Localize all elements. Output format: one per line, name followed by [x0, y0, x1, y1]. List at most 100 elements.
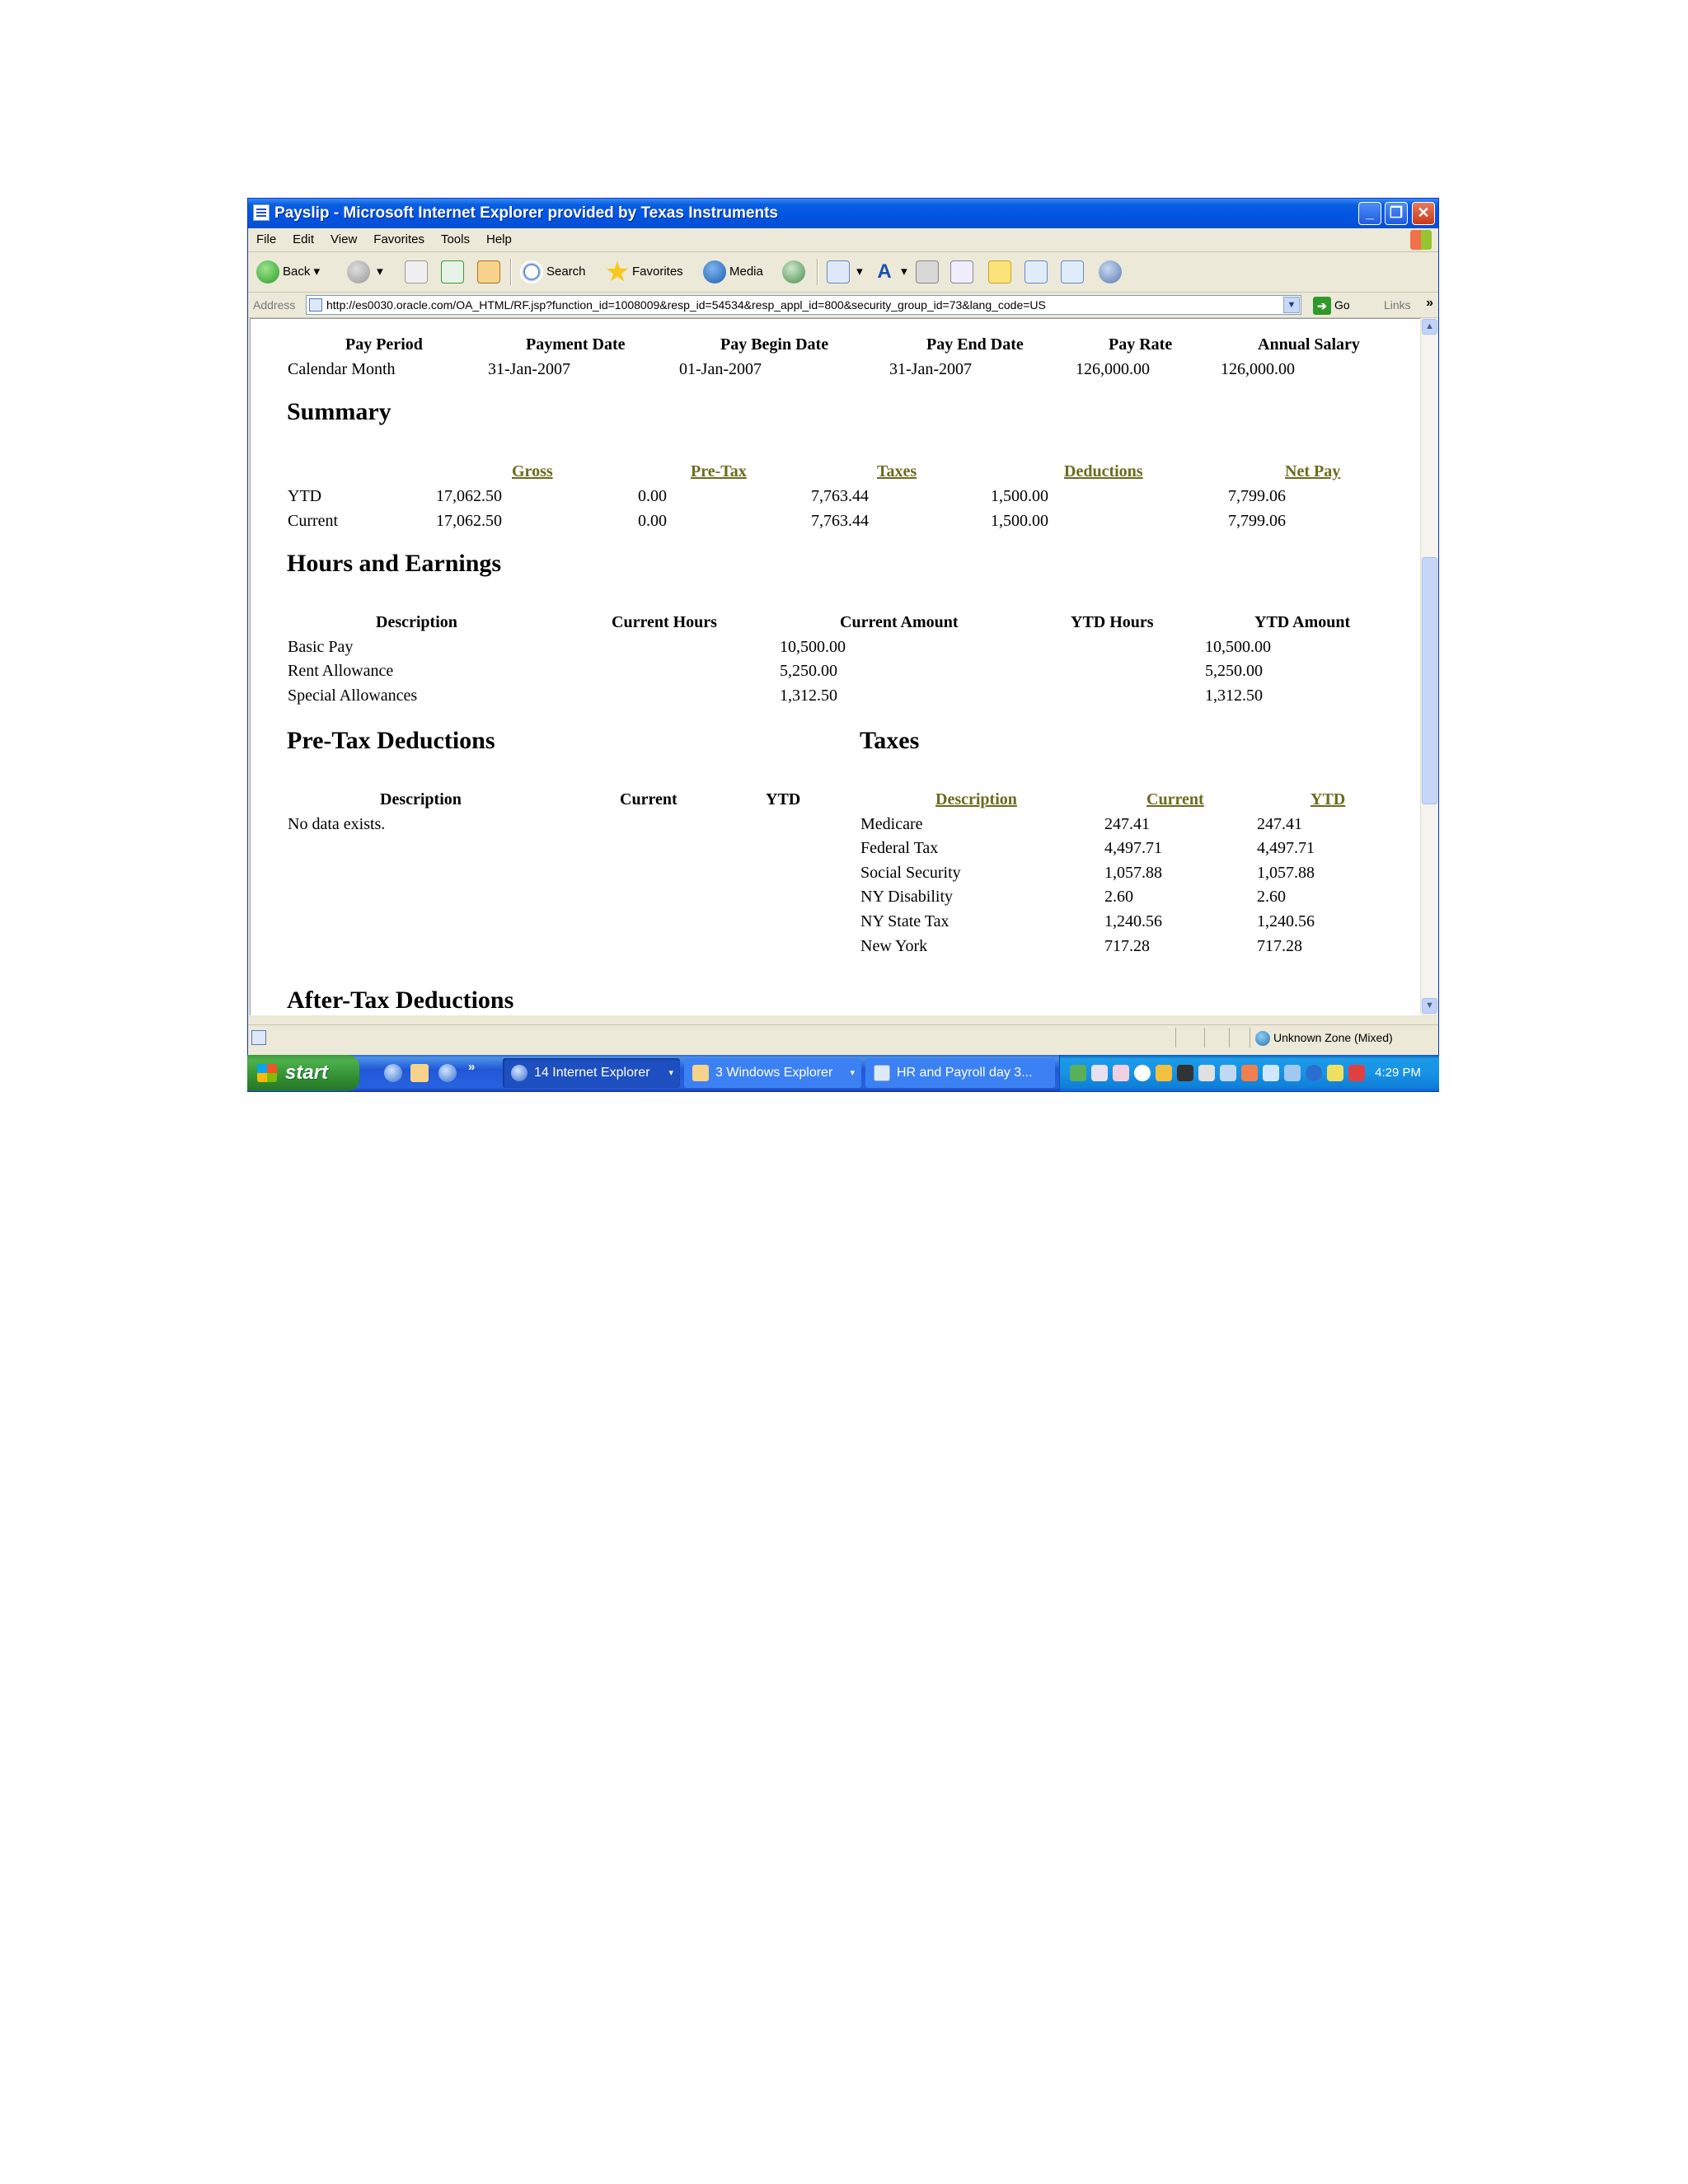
hours-col-ytd-amount: YTD Amount	[1254, 613, 1351, 631]
summary-col-gross[interactable]: Gross	[512, 462, 553, 481]
media-icon	[703, 260, 726, 284]
earnings-current-amount: 1,312.50	[780, 687, 837, 705]
summary-col-taxes[interactable]: Taxes	[877, 462, 917, 481]
messenger-button[interactable]	[1099, 259, 1125, 285]
taskbar-clock[interactable]: 4:29 PM	[1375, 1055, 1421, 1091]
tax-desc: New York	[860, 937, 928, 955]
taxes-col-ytd[interactable]: YTD	[1311, 790, 1345, 809]
taskbar-item-windows-explorer[interactable]: 3 Windows Explorer ▾	[684, 1058, 861, 1088]
earnings-current-amount: 5,250.00	[780, 662, 837, 680]
taskbar-item-hr-payroll[interactable]: HR and Payroll day 3...	[865, 1058, 1055, 1088]
vertical-scrollbar[interactable]: ▲ ▼	[1420, 318, 1438, 1015]
menu-tools[interactable]: Tools	[433, 228, 478, 251]
tray-app-icon[interactable]	[1177, 1065, 1193, 1081]
pretax-col-current: Current	[620, 790, 678, 808]
print-icon	[916, 260, 939, 284]
links-chevron-icon[interactable]: »	[1426, 293, 1433, 314]
col-pay-period: Pay Period	[345, 335, 423, 354]
minimize-button[interactable]: _	[1358, 202, 1381, 225]
tray-app-icon[interactable]	[1091, 1065, 1108, 1081]
ie-quicklaunch-icon[interactable]	[384, 1064, 402, 1082]
stop-button[interactable]	[405, 259, 431, 285]
go-button[interactable]: ➔ Go	[1313, 295, 1350, 316]
back-label: Back	[283, 265, 311, 279]
refresh-button[interactable]	[441, 259, 467, 285]
tray-app-icon[interactable]	[1113, 1065, 1129, 1081]
taxes-col-current[interactable]: Current	[1146, 790, 1204, 809]
search-icon	[520, 260, 543, 284]
tray-app-icon[interactable]	[1306, 1065, 1322, 1081]
address-url[interactable]: http://es0030.oracle.com/OA_HTML/RF.jsp?…	[326, 296, 1266, 314]
zone-label: Unknown Zone (Mixed)	[1273, 1031, 1393, 1044]
tax-desc: Federal Tax	[860, 839, 939, 857]
go-label: Go	[1334, 298, 1350, 312]
research-icon	[1025, 260, 1048, 284]
hours-earnings-title: Hours and Earnings	[287, 550, 502, 577]
page-status-icon	[251, 1030, 266, 1045]
menu-edit[interactable]: Edit	[284, 228, 322, 251]
related-button[interactable]	[1061, 259, 1087, 285]
mail-button[interactable]: ▾	[827, 259, 863, 285]
links-button[interactable]: Links	[1384, 293, 1411, 317]
start-label: start	[285, 1062, 329, 1084]
print-button[interactable]	[916, 259, 942, 285]
status-divider	[1229, 1028, 1230, 1047]
address-dropdown-icon[interactable]: ▼	[1283, 297, 1300, 313]
tax-current: 1,240.56	[1104, 912, 1162, 930]
font-size-icon: A	[877, 260, 892, 284]
favorites-button[interactable]: Favorites	[606, 259, 683, 285]
refresh-icon	[441, 260, 464, 284]
menu-file[interactable]: File	[248, 228, 284, 251]
taxes-title: Taxes	[860, 727, 920, 754]
messenger-icon	[1099, 260, 1122, 284]
back-button[interactable]: Back ▾	[256, 259, 320, 285]
status-divider	[1204, 1028, 1205, 1047]
summary-col-netpay[interactable]: Net Pay	[1285, 462, 1340, 481]
forward-button[interactable]: ▾	[347, 259, 383, 285]
tray-app-icon[interactable]	[1241, 1065, 1258, 1081]
menu-view[interactable]: View	[322, 228, 365, 251]
tax-current: 2.60	[1104, 888, 1133, 906]
tray-app-icon[interactable]	[1134, 1065, 1151, 1081]
menu-favorites[interactable]: Favorites	[365, 228, 433, 251]
summary-col-deductions[interactable]: Deductions	[1064, 462, 1143, 481]
search-button[interactable]: Search	[520, 259, 586, 285]
col-payment-date: Payment Date	[526, 335, 626, 354]
status-bar: Unknown Zone (Mixed)	[248, 1024, 1438, 1050]
tray-app-icon[interactable]	[1198, 1065, 1215, 1081]
tray-app-icon[interactable]	[1263, 1065, 1279, 1081]
address-input[interactable]: http://es0030.oracle.com/OA_HTML/RF.jsp?…	[306, 295, 1301, 315]
title-bar[interactable]: Payslip - Microsoft Internet Explorer pr…	[248, 199, 1438, 228]
scroll-thumb[interactable]	[1422, 557, 1437, 804]
scroll-up-icon[interactable]: ▲	[1422, 319, 1437, 335]
quicklaunch-chevron[interactable]: »	[468, 1060, 475, 1074]
tray-app-icon[interactable]	[1327, 1065, 1343, 1081]
tray-app-icon[interactable]	[1348, 1065, 1365, 1081]
edit-button[interactable]	[950, 259, 977, 285]
tray-app-icon[interactable]	[1156, 1065, 1172, 1081]
browser-window: Payslip - Microsoft Internet Explorer pr…	[247, 198, 1439, 1092]
tray-app-icon[interactable]	[1220, 1065, 1236, 1081]
home-button[interactable]	[477, 259, 504, 285]
media-button[interactable]: Media	[703, 259, 763, 285]
tray-app-icon[interactable]	[1070, 1065, 1086, 1081]
explorer-quicklaunch-icon[interactable]	[410, 1064, 429, 1082]
windows-logo-icon	[1410, 230, 1432, 250]
tax-desc: Social Security	[860, 864, 961, 882]
media-quicklaunch-icon[interactable]	[438, 1064, 457, 1082]
font-size-button[interactable]: A ▾	[874, 259, 907, 285]
discuss-button[interactable]	[988, 259, 1015, 285]
taskbar-item-internet-explorer[interactable]: 14 Internet Explorer ▾	[503, 1058, 680, 1088]
history-button[interactable]	[782, 259, 809, 285]
start-button[interactable]: start	[247, 1055, 359, 1091]
scroll-down-icon[interactable]: ▼	[1422, 998, 1437, 1014]
menu-help[interactable]: Help	[478, 228, 520, 251]
summary-col-pretax[interactable]: Pre-Tax	[691, 462, 747, 481]
folder-icon	[692, 1065, 709, 1081]
research-button[interactable]	[1025, 259, 1051, 285]
close-button[interactable]: ✕	[1412, 202, 1435, 225]
taxes-col-description[interactable]: Description	[935, 790, 1017, 809]
note-icon	[988, 260, 1011, 284]
restore-button[interactable]: ❐	[1385, 202, 1408, 225]
tray-app-icon[interactable]	[1284, 1065, 1301, 1081]
